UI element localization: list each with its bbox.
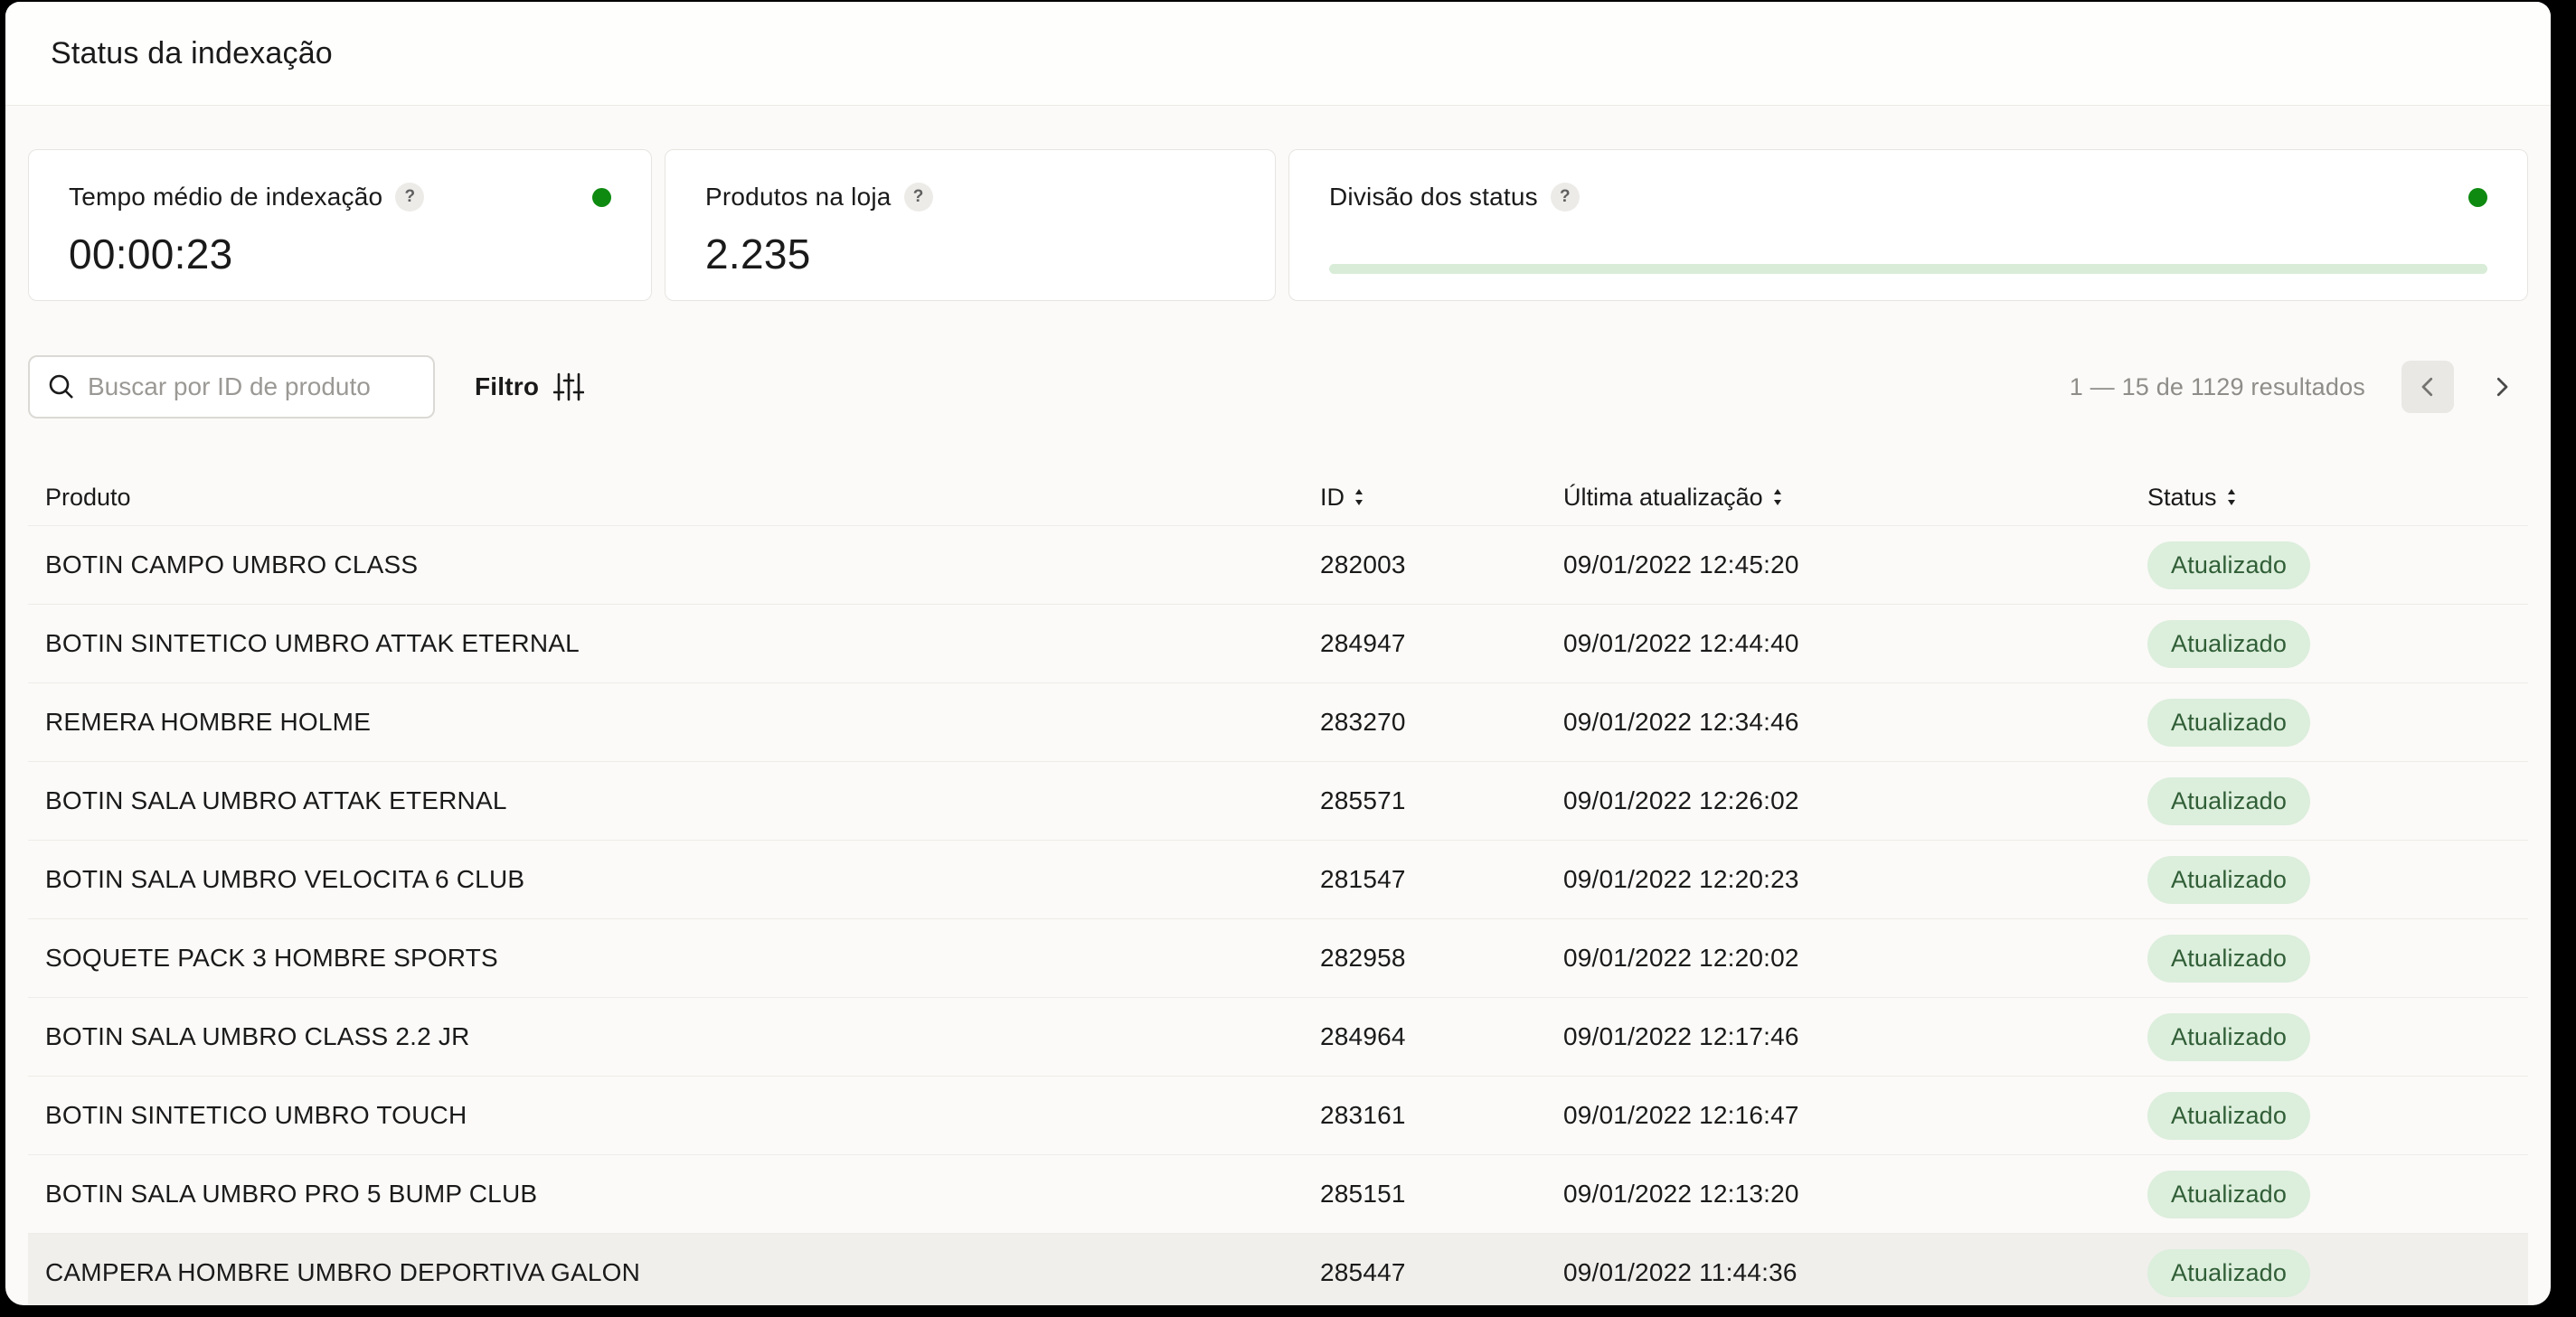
filter-button[interactable]: Filtro bbox=[475, 371, 584, 403]
status-dot-icon bbox=[2468, 188, 2487, 207]
results-count: 1 — 15 de 1129 resultados bbox=[2070, 373, 2365, 401]
column-label: Última atualização bbox=[1563, 484, 1763, 512]
column-header-product: Produto bbox=[28, 484, 1320, 512]
cell-id: 283161 bbox=[1320, 1101, 1563, 1130]
help-icon[interactable]: ? bbox=[1551, 183, 1580, 212]
table-row[interactable]: BOTIN SALA UMBRO VELOCITA 6 CLUB 281547 … bbox=[28, 840, 2528, 918]
column-label: Produto bbox=[45, 484, 131, 512]
card-status-division: Divisão dos status ? bbox=[1288, 149, 2528, 301]
status-badge: Atualizado bbox=[2147, 699, 2310, 747]
main-content: Tempo médio de indexação ? 00:00:23 Prod… bbox=[5, 149, 2551, 1305]
column-header-id[interactable]: ID bbox=[1320, 484, 1563, 512]
cell-product: BOTIN SINTETICO UMBRO ATTAK ETERNAL bbox=[28, 629, 1320, 658]
table-row[interactable]: REMERA HOMBRE HOLME 283270 09/01/2022 12… bbox=[28, 682, 2528, 761]
cell-last-update: 09/01/2022 12:17:46 bbox=[1563, 1022, 2147, 1051]
cell-product: BOTIN SINTETICO UMBRO TOUCH bbox=[28, 1101, 1320, 1130]
cell-id: 284947 bbox=[1320, 629, 1563, 658]
app-window: Status da indexação Tempo médio de index… bbox=[5, 2, 2551, 1305]
cell-product: BOTIN SALA UMBRO PRO 5 BUMP CLUB bbox=[28, 1180, 1320, 1209]
table-header: Produto ID Última atualização bbox=[28, 469, 2528, 525]
cell-last-update: 09/01/2022 11:44:36 bbox=[1563, 1258, 2147, 1287]
card-label: Tempo médio de indexação bbox=[69, 183, 382, 212]
cell-last-update: 09/01/2022 12:44:40 bbox=[1563, 629, 2147, 658]
card-products-in-store: Produtos na loja ? 2.235 bbox=[665, 149, 1276, 301]
cell-product: CAMPERA HOMBRE UMBRO DEPORTIVA GALON bbox=[28, 1258, 1320, 1287]
help-icon[interactable]: ? bbox=[904, 183, 933, 212]
cell-id: 285447 bbox=[1320, 1258, 1563, 1287]
column-header-updated[interactable]: Última atualização bbox=[1563, 484, 2147, 512]
cell-product: REMERA HOMBRE HOLME bbox=[28, 708, 1320, 737]
status-badge: Atualizado bbox=[2147, 1249, 2310, 1297]
cell-product: BOTIN SALA UMBRO CLASS 2.2 JR bbox=[28, 1022, 1320, 1051]
sort-icon bbox=[1354, 486, 1364, 508]
cell-id: 281547 bbox=[1320, 865, 1563, 894]
status-badge: Atualizado bbox=[2147, 1092, 2310, 1140]
status-badge: Atualizado bbox=[2147, 541, 2310, 589]
table-row[interactable]: BOTIN SALA UMBRO ATTAK ETERNAL 285571 09… bbox=[28, 761, 2528, 840]
page-title: Status da indexação bbox=[51, 36, 333, 71]
cell-last-update: 09/01/2022 12:45:20 bbox=[1563, 550, 2147, 579]
cell-id: 284964 bbox=[1320, 1022, 1563, 1051]
status-division-fill bbox=[1329, 264, 2487, 274]
column-label: Status bbox=[2147, 484, 2217, 512]
search-input[interactable] bbox=[28, 355, 435, 419]
status-badge: Atualizado bbox=[2147, 777, 2310, 825]
column-header-status[interactable]: Status bbox=[2147, 484, 2528, 512]
products-table: Produto ID Última atualização bbox=[28, 469, 2528, 1305]
column-label: ID bbox=[1320, 484, 1345, 512]
table-row[interactable]: SOQUETE PACK 3 HOMBRE SPORTS 282958 09/0… bbox=[28, 918, 2528, 997]
card-label: Produtos na loja bbox=[705, 183, 892, 212]
filter-label: Filtro bbox=[475, 372, 539, 401]
previous-page-button[interactable] bbox=[2401, 361, 2454, 413]
status-badge: Atualizado bbox=[2147, 935, 2310, 983]
sliders-icon bbox=[553, 371, 584, 403]
cell-product: BOTIN CAMPO UMBRO CLASS bbox=[28, 550, 1320, 579]
cell-last-update: 09/01/2022 12:20:23 bbox=[1563, 865, 2147, 894]
help-icon[interactable]: ? bbox=[395, 183, 424, 212]
cell-product: BOTIN SALA UMBRO ATTAK ETERNAL bbox=[28, 786, 1320, 815]
cell-last-update: 09/01/2022 12:16:47 bbox=[1563, 1101, 2147, 1130]
card-indexing-time: Tempo médio de indexação ? 00:00:23 bbox=[28, 149, 652, 301]
stat-cards: Tempo médio de indexação ? 00:00:23 Prod… bbox=[28, 149, 2528, 301]
cell-id: 282003 bbox=[1320, 550, 1563, 579]
status-division-bar bbox=[1329, 264, 2487, 274]
table-row[interactable]: BOTIN CAMPO UMBRO CLASS 282003 09/01/202… bbox=[28, 525, 2528, 604]
status-badge: Atualizado bbox=[2147, 1171, 2310, 1218]
cell-last-update: 09/01/2022 12:13:20 bbox=[1563, 1180, 2147, 1209]
page-header: Status da indexação bbox=[5, 2, 2551, 106]
cell-id: 282958 bbox=[1320, 944, 1563, 973]
card-value: 00:00:23 bbox=[69, 230, 611, 278]
search-box bbox=[28, 355, 435, 419]
cell-last-update: 09/01/2022 12:20:02 bbox=[1563, 944, 2147, 973]
table-row[interactable]: BOTIN SINTETICO UMBRO ATTAK ETERNAL 2849… bbox=[28, 604, 2528, 682]
pagination: 1 — 15 de 1129 resultados bbox=[2070, 361, 2528, 413]
card-label: Divisão dos status bbox=[1329, 183, 1538, 212]
cell-id: 285571 bbox=[1320, 786, 1563, 815]
table-row[interactable]: BOTIN SALA UMBRO PRO 5 BUMP CLUB 285151 … bbox=[28, 1154, 2528, 1233]
sort-icon bbox=[2226, 486, 2237, 508]
status-dot-icon bbox=[592, 188, 611, 207]
sort-icon bbox=[1772, 486, 1783, 508]
toolbar: Filtro 1 — 15 de 1129 resultados bbox=[28, 355, 2528, 419]
table-row[interactable]: BOTIN SINTETICO UMBRO TOUCH 283161 09/01… bbox=[28, 1076, 2528, 1154]
status-badge: Atualizado bbox=[2147, 620, 2310, 668]
cell-id: 285151 bbox=[1320, 1180, 1563, 1209]
next-page-button[interactable] bbox=[2476, 361, 2528, 413]
table-row[interactable]: CAMPERA HOMBRE UMBRO DEPORTIVA GALON 285… bbox=[28, 1233, 2528, 1305]
search-icon bbox=[46, 372, 77, 402]
cell-last-update: 09/01/2022 12:34:46 bbox=[1563, 708, 2147, 737]
status-badge: Atualizado bbox=[2147, 856, 2310, 904]
card-value: 2.235 bbox=[705, 230, 1235, 278]
table-body: BOTIN CAMPO UMBRO CLASS 282003 09/01/202… bbox=[28, 525, 2528, 1305]
status-badge: Atualizado bbox=[2147, 1013, 2310, 1061]
cell-last-update: 09/01/2022 12:26:02 bbox=[1563, 786, 2147, 815]
cell-id: 283270 bbox=[1320, 708, 1563, 737]
cell-product: BOTIN SALA UMBRO VELOCITA 6 CLUB bbox=[28, 865, 1320, 894]
cell-product: SOQUETE PACK 3 HOMBRE SPORTS bbox=[28, 944, 1320, 973]
table-row[interactable]: BOTIN SALA UMBRO CLASS 2.2 JR 284964 09/… bbox=[28, 997, 2528, 1076]
